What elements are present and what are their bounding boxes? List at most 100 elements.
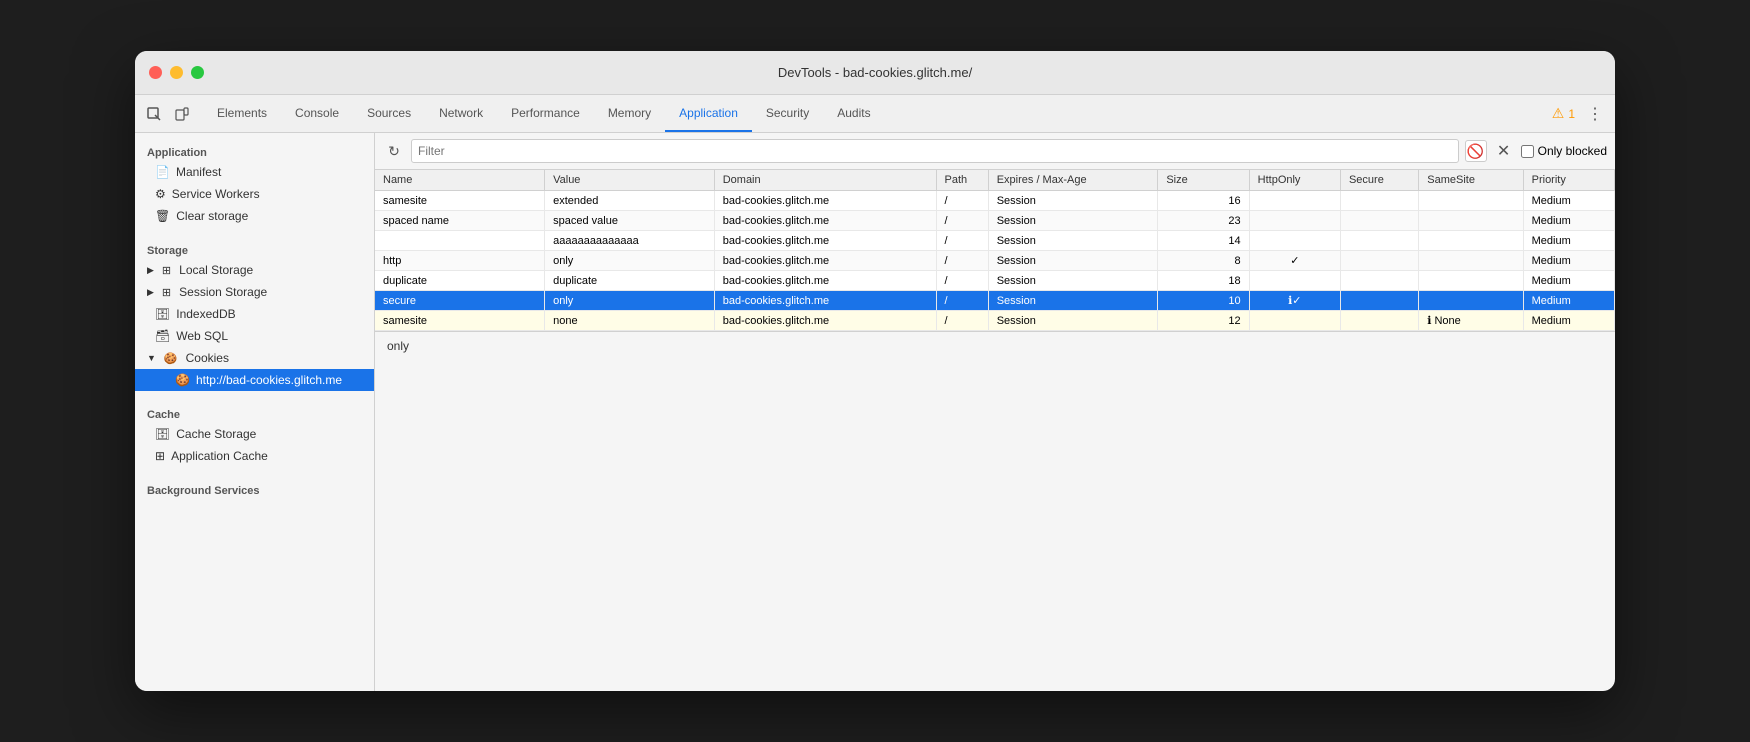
table-row[interactable]: secureonlybad-cookies.glitch.me/Session1… [375, 291, 1615, 311]
table-cell: / [936, 211, 988, 231]
table-cell: bad-cookies.glitch.me [714, 291, 936, 311]
close-button[interactable] [149, 66, 162, 79]
table-cell: Session [988, 271, 1158, 291]
toolbar-right: ⚠ 1 ⋮ [1552, 102, 1607, 126]
table-cell: Session [988, 211, 1158, 231]
table-cell: 23 [1158, 211, 1249, 231]
col-header-httponly: HttpOnly [1249, 170, 1340, 191]
more-options-icon[interactable]: ⋮ [1583, 102, 1607, 126]
sidebar-cookies-expander[interactable]: ▼ 🍪 Cookies [135, 347, 374, 369]
tab-application[interactable]: Application [665, 95, 752, 132]
right-panel: ↻ 🚫 ✕ Only blocked Name [375, 133, 1615, 691]
table-cell: Medium [1523, 311, 1614, 331]
table-cell [1419, 211, 1523, 231]
sidebar-item-application-cache[interactable]: ⊞ Application Cache [135, 445, 374, 467]
table-cell: 10 [1158, 291, 1249, 311]
table-cell: Session [988, 231, 1158, 251]
cookies-table-wrap: Name Value Domain Path Expires / Max-Age… [375, 170, 1615, 331]
table-cell: samesite [375, 311, 545, 331]
sidebar-item-clear-storage[interactable]: 🗑 Clear storage [135, 205, 374, 227]
no-icon[interactable]: 🚫 [1465, 140, 1487, 162]
main-content: Application 📄 Manifest ⚙ Service Workers… [135, 133, 1615, 691]
col-header-domain: Domain [714, 170, 936, 191]
col-header-samesite: SameSite [1419, 170, 1523, 191]
tab-console[interactable]: Console [281, 95, 353, 132]
only-blocked-checkbox[interactable] [1521, 145, 1534, 158]
traffic-lights [149, 66, 204, 79]
table-row[interactable]: spaced namespaced valuebad-cookies.glitc… [375, 211, 1615, 231]
minimize-button[interactable] [170, 66, 183, 79]
only-blocked-label[interactable]: Only blocked [1538, 144, 1607, 158]
cache-storage-icon: 🗄 [155, 427, 170, 441]
table-cell: Medium [1523, 231, 1614, 251]
table-cell [1340, 271, 1418, 291]
device-toggle-icon[interactable] [171, 103, 193, 125]
sidebar-item-cookies-url[interactable]: 🍪 http://bad-cookies.glitch.me [135, 369, 374, 391]
warning-icon: ⚠ [1552, 105, 1565, 122]
chevron-down-icon: ▼ [147, 353, 156, 363]
cookie-icon: 🍪 [164, 352, 178, 365]
table-cell [1340, 231, 1418, 251]
table-cell: 18 [1158, 271, 1249, 291]
cookies-table: Name Value Domain Path Expires / Max-Age… [375, 170, 1615, 331]
table-cell: samesite [375, 191, 545, 211]
table-cell: / [936, 191, 988, 211]
col-header-name: Name [375, 170, 545, 191]
table-cell: Medium [1523, 291, 1614, 311]
inspect-icon[interactable] [143, 103, 165, 125]
tab-sources[interactable]: Sources [353, 95, 425, 132]
table-cell: / [936, 271, 988, 291]
table-cell: none [545, 311, 715, 331]
col-header-priority: Priority [1523, 170, 1614, 191]
bottom-preview: only [375, 331, 1615, 359]
sidebar-item-indexeddb[interactable]: 🗄 IndexedDB [135, 303, 374, 325]
sidebar-item-web-sql[interactable]: 🗃 Web SQL [135, 325, 374, 347]
table-cell: bad-cookies.glitch.me [714, 211, 936, 231]
table-cell: extended [545, 191, 715, 211]
table-cell: Session [988, 311, 1158, 331]
tab-audits[interactable]: Audits [823, 95, 884, 132]
warning-badge[interactable]: ⚠ 1 [1552, 105, 1575, 122]
table-cell: ℹ✓ [1249, 291, 1340, 311]
table-cell [1249, 231, 1340, 251]
table-row[interactable]: samesitenonebad-cookies.glitch.me/Sessio… [375, 311, 1615, 331]
sidebar-item-manifest[interactable]: 📄 Manifest [135, 161, 374, 183]
table-cell: Session [988, 251, 1158, 271]
table-cell [1419, 251, 1523, 271]
filter-input[interactable] [418, 144, 1452, 158]
table-row[interactable]: aaaaaaaaaaaaaabad-cookies.glitch.me/Sess… [375, 231, 1615, 251]
reload-button[interactable]: ↻ [383, 140, 405, 162]
table-cell [1249, 211, 1340, 231]
application-cache-icon: ⊞ [155, 449, 165, 463]
sidebar-local-storage-expander[interactable]: ▶ ⊞ Local Storage [135, 259, 374, 281]
sidebar-storage-label: Storage [135, 239, 374, 259]
table-cell [1340, 191, 1418, 211]
table-cell: Medium [1523, 211, 1614, 231]
table-row[interactable]: samesiteextendedbad-cookies.glitch.me/Se… [375, 191, 1615, 211]
tab-security[interactable]: Security [752, 95, 823, 132]
grid-icon: ⊞ [162, 264, 171, 277]
table-cell: http [375, 251, 545, 271]
col-header-secure: Secure [1340, 170, 1418, 191]
table-cell: Medium [1523, 251, 1614, 271]
maximize-button[interactable] [191, 66, 204, 79]
filter-bar: ↻ 🚫 ✕ Only blocked [375, 133, 1615, 170]
table-row[interactable]: duplicateduplicatebad-cookies.glitch.me/… [375, 271, 1615, 291]
tab-elements[interactable]: Elements [203, 95, 281, 132]
col-header-size: Size [1158, 170, 1249, 191]
tab-network[interactable]: Network [425, 95, 497, 132]
sidebar-item-service-workers[interactable]: ⚙ Service Workers [135, 183, 374, 205]
sidebar-item-cache-storage[interactable]: 🗄 Cache Storage [135, 423, 374, 445]
table-row[interactable]: httponlybad-cookies.glitch.me/Session8✓M… [375, 251, 1615, 271]
chevron-right-icon: ▶ [147, 287, 154, 298]
clear-filter-icon[interactable]: ✕ [1493, 140, 1515, 162]
sidebar-session-storage-expander[interactable]: ▶ ⊞ Session Storage [135, 281, 374, 303]
table-cell [1419, 271, 1523, 291]
table-cell: bad-cookies.glitch.me [714, 191, 936, 211]
col-header-expires: Expires / Max-Age [988, 170, 1158, 191]
table-cell: 8 [1158, 251, 1249, 271]
table-cell: Session [988, 291, 1158, 311]
tab-performance[interactable]: Performance [497, 95, 594, 132]
clear-storage-icon: 🗑 [155, 209, 170, 223]
tab-memory[interactable]: Memory [594, 95, 665, 132]
